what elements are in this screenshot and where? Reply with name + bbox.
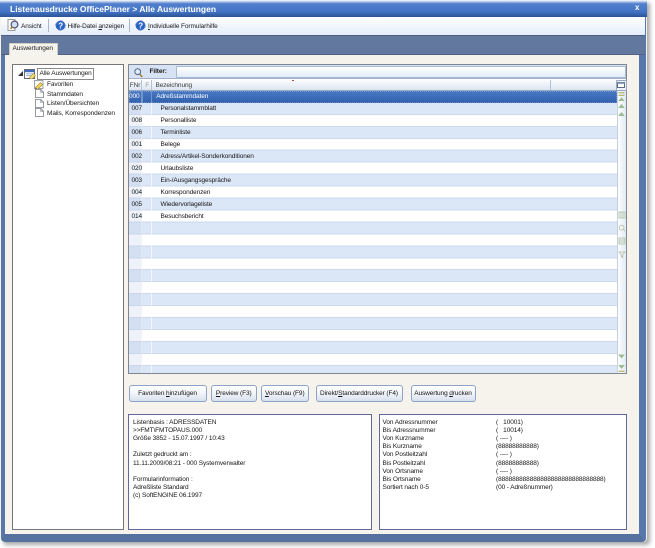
svg-text:?: ? [58,21,63,30]
svg-text:?: ? [138,21,143,30]
